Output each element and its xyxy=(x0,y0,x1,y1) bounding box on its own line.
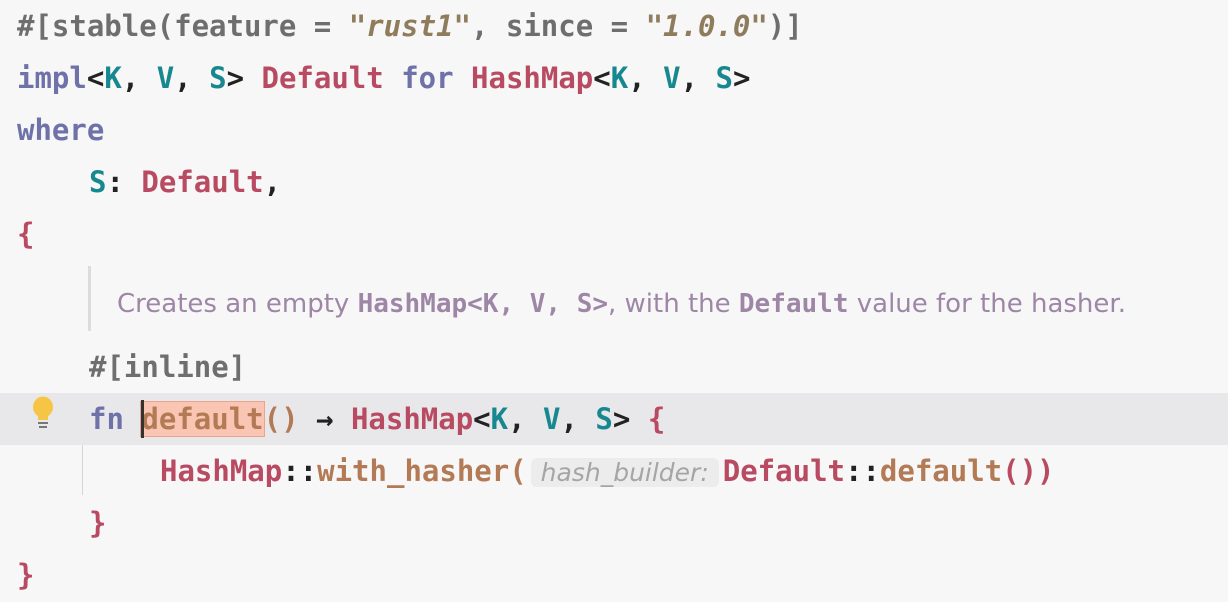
bound-trait[interactable]: Default xyxy=(141,165,263,199)
type-param-s: S xyxy=(209,61,227,95)
feature-string: "rust1" xyxy=(348,9,471,43)
open-brace: { xyxy=(647,402,666,436)
angle-open: < xyxy=(86,61,105,95)
doc-text: , with the xyxy=(608,289,739,319)
code-line-5[interactable]: { xyxy=(17,208,34,260)
type-param-s: S xyxy=(595,402,613,436)
comma: , xyxy=(263,165,282,199)
doc-code-default: Default xyxy=(738,289,849,319)
attribute-mid: , since = xyxy=(470,9,646,43)
doc-text: Creates an empty xyxy=(117,289,358,319)
colon: : xyxy=(106,165,142,199)
fn-keyword: fn xyxy=(89,402,124,436)
fn-name-default[interactable]: default xyxy=(140,401,265,437)
type-param-s: S xyxy=(715,61,733,95)
code-line-10[interactable]: } xyxy=(17,549,34,601)
return-type[interactable]: HashMap xyxy=(351,402,473,436)
comma: , xyxy=(560,402,596,436)
angle-open: < xyxy=(593,61,611,95)
type-param-k: K xyxy=(490,402,509,436)
arrow: → xyxy=(316,402,334,436)
angle-open: < xyxy=(473,402,491,436)
impl-keyword: impl xyxy=(17,61,87,95)
doc-comment-bar xyxy=(88,266,91,331)
close-parens: ()) xyxy=(1002,454,1055,488)
comma: , xyxy=(174,61,210,95)
close-brace: } xyxy=(89,506,107,540)
indent-guide xyxy=(82,445,83,495)
hashmap-type[interactable]: HashMap xyxy=(160,454,282,488)
for-keyword: for xyxy=(401,61,454,95)
hashmap-type[interactable]: HashMap xyxy=(471,61,593,95)
code-line-1[interactable]: #[stable(feature = "rust1", since = "1.0… xyxy=(17,0,803,52)
doc-code-hashmap: HashMap<K, V, S> xyxy=(357,289,609,319)
path-separator: :: xyxy=(844,454,880,488)
trait-name[interactable]: Default xyxy=(262,61,384,95)
comma: , xyxy=(680,61,716,95)
type-param-k: K xyxy=(104,61,122,95)
parens: () xyxy=(263,402,299,436)
code-line-7[interactable]: fn default() → HashMap<K, V, S> { xyxy=(89,393,665,445)
code-line-8[interactable]: HashMap::with_hasher(hash_builder: Defaul… xyxy=(160,445,1055,497)
open-brace: { xyxy=(17,217,35,251)
code-line-9[interactable]: } xyxy=(89,497,106,549)
lightbulb-icon[interactable] xyxy=(32,396,54,430)
comma: , xyxy=(508,402,544,436)
type-param-v: V xyxy=(156,61,175,95)
parameter-hint: hash_builder: xyxy=(530,458,719,487)
type-param-v: V xyxy=(543,402,561,436)
close-brace: } xyxy=(17,558,35,592)
attribute-close: )] xyxy=(767,9,803,43)
arg-type-default[interactable]: Default xyxy=(723,454,845,488)
path-separator: :: xyxy=(282,454,318,488)
where-keyword: where xyxy=(17,113,105,147)
text-caret xyxy=(141,400,144,438)
code-line-3[interactable]: where xyxy=(17,104,104,156)
comma: , xyxy=(628,61,664,95)
comma: , xyxy=(121,61,157,95)
code-line-6[interactable]: #[inline] xyxy=(89,341,246,393)
code-line-2[interactable]: impl<K, V, S> Default for HashMap<K, V, … xyxy=(17,52,750,104)
type-param-v: V xyxy=(663,61,681,95)
inline-attribute: #[inline] xyxy=(89,350,247,384)
arg-fn-default[interactable]: default xyxy=(880,454,1002,488)
since-string: "1.0.0" xyxy=(645,9,768,43)
type-param-s: S xyxy=(89,165,107,199)
doc-text: value for the hasher. xyxy=(848,289,1126,319)
type-param-k: K xyxy=(610,61,629,95)
angle-close: > xyxy=(612,402,631,436)
method-with-hasher[interactable]: with_hasher xyxy=(317,454,509,488)
angle-close: > xyxy=(226,61,245,95)
open-paren: ( xyxy=(509,454,527,488)
attribute-open: #[stable(feature = xyxy=(17,9,349,43)
rendered-doc-comment: Creates an empty HashMap<K, V, S>, with … xyxy=(117,278,1126,330)
code-line-4[interactable]: S: Default, xyxy=(89,156,281,208)
angle-close: > xyxy=(732,61,751,95)
